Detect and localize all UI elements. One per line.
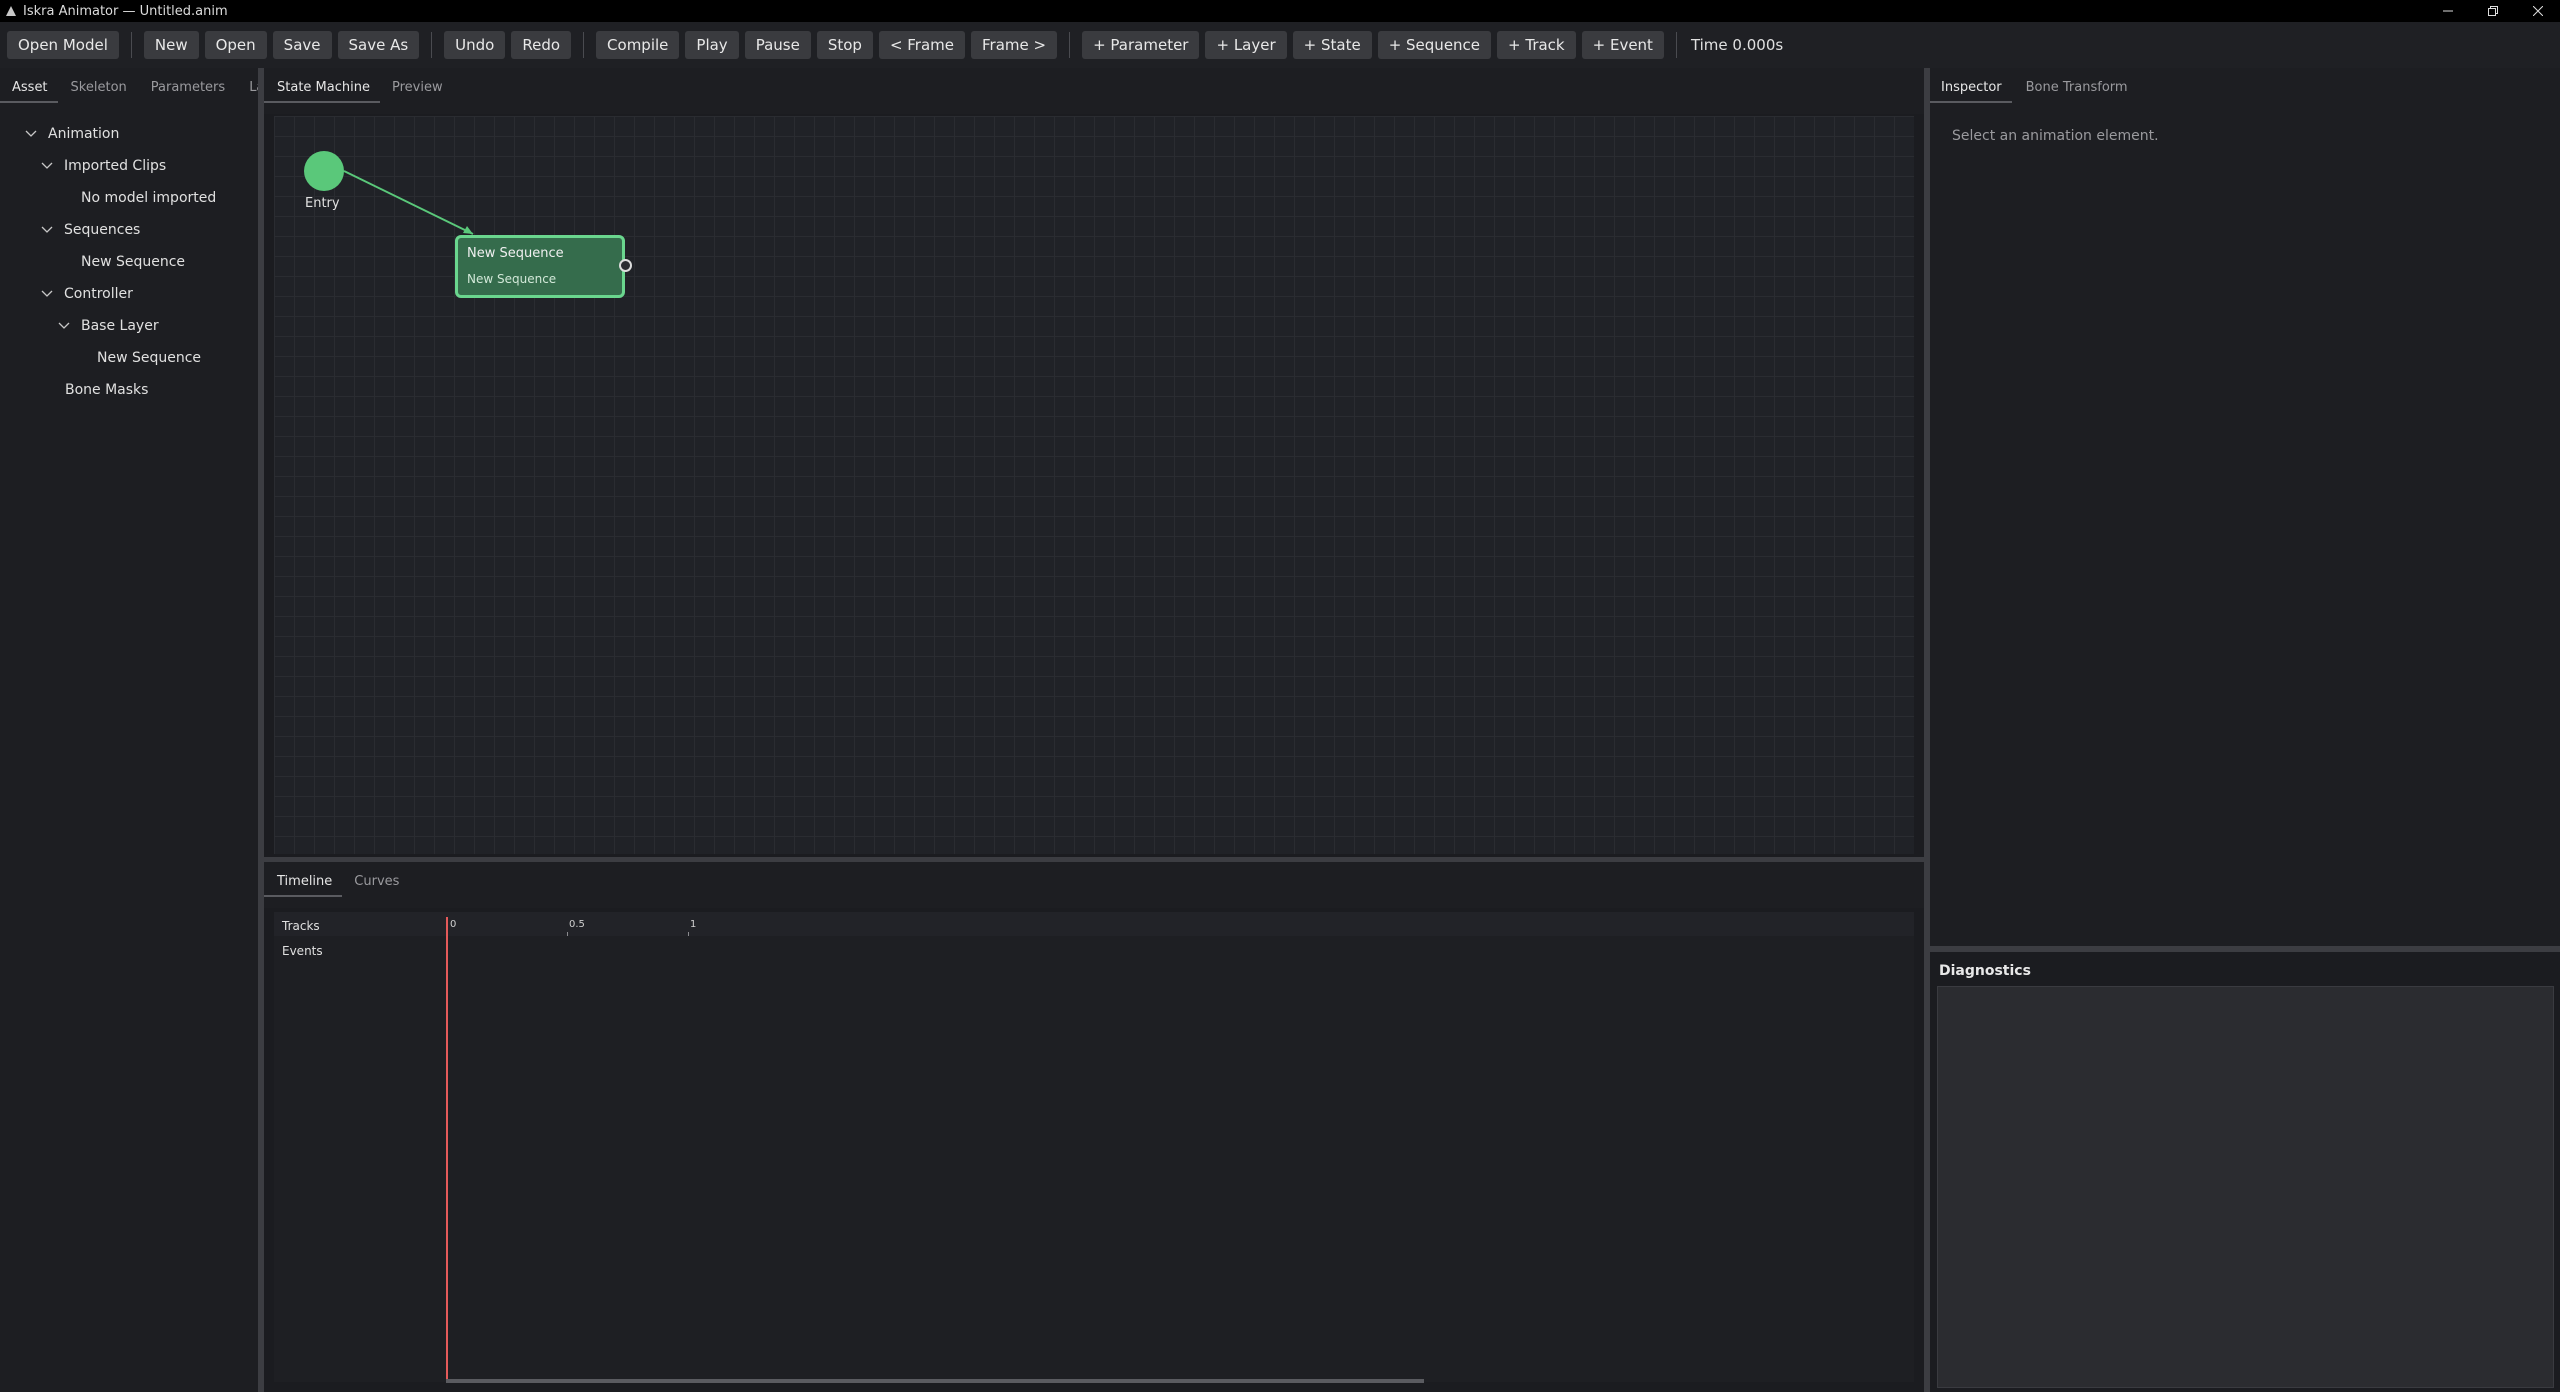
chevron-down-icon[interactable] — [40, 287, 54, 301]
tree-item-label: No model imported — [81, 190, 217, 206]
left-splitter[interactable] — [258, 68, 264, 1392]
chevron-down-icon[interactable] — [24, 127, 38, 141]
add-layer-button[interactable]: + Layer — [1205, 31, 1287, 59]
asset-panel: Asset Skeleton Parameters Layers Animati… — [0, 68, 292, 1392]
tree-item-label: Sequences — [64, 222, 141, 238]
tree-item-sequences[interactable]: Sequences — [0, 214, 258, 246]
toolbar-separator — [130, 32, 132, 58]
timeline-panel: Tracks Events 0 0.5 1 — [274, 912, 1914, 1382]
play-button[interactable]: Play — [685, 31, 739, 59]
add-event-button[interactable]: + Event — [1581, 31, 1664, 59]
main-toolbar: Open Model New Open Save Save As Undo Re… — [0, 22, 2560, 68]
stop-button[interactable]: Stop — [816, 31, 873, 59]
tree-item-label: Controller — [64, 286, 133, 302]
entry-label: Entry — [305, 196, 340, 211]
tab-inspector[interactable]: Inspector — [1930, 68, 2012, 103]
tab-skeleton[interactable]: Skeleton — [58, 68, 137, 103]
minimize-button[interactable] — [2425, 0, 2470, 22]
tab-timeline[interactable]: Timeline — [264, 862, 343, 897]
chevron-down-icon[interactable] — [40, 223, 54, 237]
timeline-row-events[interactable]: Events — [282, 944, 323, 958]
title-bar: Iskra Animator — Untitled.anim — [0, 0, 2560, 22]
close-icon — [2532, 6, 2543, 16]
timeline-tick-label: 0 — [450, 919, 457, 930]
tab-curves[interactable]: Curves — [342, 862, 409, 897]
timeline-ruler[interactable] — [274, 912, 1914, 936]
playhead[interactable] — [446, 917, 448, 1383]
timeline-tick — [567, 932, 568, 936]
tree-item-label: Animation — [48, 126, 120, 142]
open-button[interactable]: Open — [204, 31, 267, 59]
tab-bone-transform[interactable]: Bone Transform — [2012, 68, 2138, 103]
compile-button[interactable]: Compile — [596, 31, 680, 59]
tree-item-controller[interactable]: Controller — [0, 278, 258, 310]
inspector-panel: Inspector Bone Transform Select an anima… — [1930, 68, 2560, 948]
open-model-button[interactable]: Open Model — [7, 31, 119, 59]
tree-item-bone-masks[interactable]: Bone Masks — [0, 374, 258, 406]
tree-item-label: New Sequence — [97, 350, 202, 366]
add-parameter-button[interactable]: + Parameter — [1082, 31, 1200, 59]
undo-button[interactable]: Undo — [444, 31, 506, 59]
add-sequence-button[interactable]: + Sequence — [1377, 31, 1492, 59]
diagnostics-output[interactable] — [1937, 986, 2554, 1388]
tree-item-label: Base Layer — [81, 318, 159, 334]
state-machine-canvas[interactable] — [274, 116, 1914, 854]
timeline-tick — [688, 932, 689, 936]
tree-item-no-model[interactable]: No model imported — [0, 182, 258, 214]
timeline-row-tracks[interactable]: Tracks — [282, 919, 320, 933]
state-output-port[interactable] — [619, 259, 632, 272]
tree-item-layer-sequence[interactable]: New Sequence — [0, 342, 258, 374]
state-title: New Sequence — [467, 246, 564, 261]
timeline-tick-label: 1 — [690, 919, 697, 930]
next-frame-button[interactable]: Frame > — [971, 31, 1058, 59]
restore-button[interactable] — [2470, 0, 2515, 22]
entry-node[interactable] — [304, 151, 344, 191]
toolbar-separator — [431, 32, 433, 58]
chevron-down-icon[interactable] — [57, 319, 71, 333]
right-tab-bar: Inspector Bone Transform — [1930, 68, 2560, 103]
save-button[interactable]: Save — [272, 31, 332, 59]
tree-item-animation[interactable]: Animation — [0, 118, 258, 150]
asset-tree: Animation Imported Clips No model import… — [0, 118, 258, 406]
minimize-icon — [2442, 10, 2453, 12]
left-tab-bar: Asset Skeleton Parameters Layers — [0, 68, 292, 103]
center-tab-bar: State Machine Preview — [264, 68, 1924, 114]
toolbar-separator — [1675, 32, 1677, 58]
tree-item-label: Imported Clips — [64, 158, 167, 174]
tree-item-base-layer[interactable]: Base Layer — [0, 310, 258, 342]
toolbar-separator — [583, 32, 585, 58]
tab-parameters[interactable]: Parameters — [137, 68, 235, 103]
diagnostics-title: Diagnostics — [1939, 963, 2031, 979]
inspector-hint: Select an animation element. — [1952, 128, 2159, 144]
tab-preview[interactable]: Preview — [380, 68, 453, 103]
window-title: Iskra Animator — Untitled.anim — [23, 3, 228, 19]
tab-asset[interactable]: Asset — [0, 68, 58, 103]
close-button[interactable] — [2515, 0, 2560, 22]
time-readout: Time 0.000s — [1690, 36, 1784, 54]
chevron-down-icon[interactable] — [40, 159, 54, 173]
pause-button[interactable]: Pause — [744, 31, 811, 59]
state-node[interactable]: New Sequence New Sequence — [455, 235, 625, 298]
toolbar-separator — [1069, 32, 1071, 58]
timeline-scrollbar[interactable] — [446, 1379, 1424, 1383]
prev-frame-button[interactable]: < Frame — [878, 31, 966, 59]
add-state-button[interactable]: + State — [1292, 31, 1372, 59]
tree-item-label: Bone Masks — [65, 382, 149, 398]
timeline-tick-label: 0.5 — [569, 919, 585, 930]
new-button[interactable]: New — [143, 31, 199, 59]
app-logo-icon — [6, 6, 16, 16]
tab-state-machine[interactable]: State Machine — [264, 68, 380, 103]
restore-icon — [2487, 6, 2498, 16]
redo-button[interactable]: Redo — [511, 31, 572, 59]
right-horizontal-splitter[interactable] — [1930, 946, 2560, 952]
state-subtitle: New Sequence — [467, 272, 557, 286]
add-track-button[interactable]: + Track — [1497, 31, 1576, 59]
tree-item-new-sequence[interactable]: New Sequence — [0, 246, 258, 278]
tree-item-label: New Sequence — [81, 254, 186, 270]
tree-item-imported-clips[interactable]: Imported Clips — [0, 150, 258, 182]
save-as-button[interactable]: Save As — [337, 31, 420, 59]
bottom-tab-bar: Timeline Curves — [264, 862, 1924, 908]
